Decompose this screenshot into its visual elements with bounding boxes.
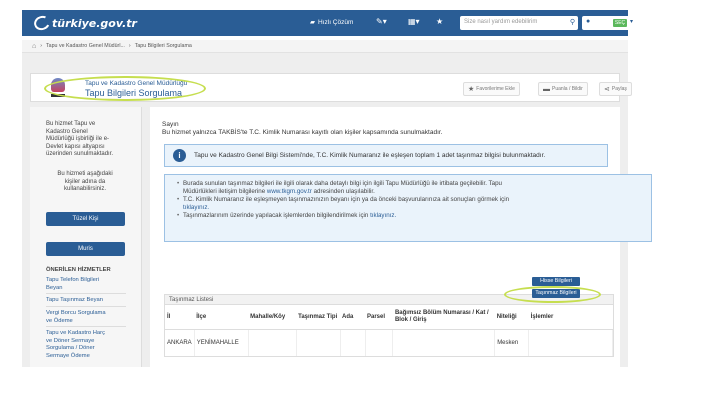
info-text: Tapu ve Kadastro Genel Bilgi Sistemi'nde… [194, 152, 546, 159]
site-logo[interactable]: türkiye.gov.tr [32, 13, 137, 33]
annotation-highlight-ring [44, 76, 206, 101]
note-item: T.C. Kimlik Numaranız ile eşleşmeyen taş… [177, 196, 645, 211]
info-icon: i [173, 149, 186, 162]
recommended-link-tax-debt[interactable]: Vergi Borcu Sorgulama ve Ödeme [46, 310, 106, 325]
share-button[interactable]: ⋖ Paylaş [599, 82, 632, 96]
divider [46, 306, 126, 307]
home-icon[interactable]: ⌂ [32, 43, 36, 50]
property-table: İl İlçe Mahalle/Köy Taşınmaz Tipi Ada Pa… [165, 305, 613, 356]
breadcrumb-item-current: Tapu Bilgileri Sorgulama [134, 43, 192, 49]
share-icon: ⋖ [604, 86, 610, 93]
grid-icon[interactable]: ▦▾ [408, 17, 420, 26]
add-favorites-button[interactable]: ★ Favorilerime Ekle [463, 82, 520, 96]
divider [46, 326, 126, 327]
tkgm-website-link[interactable]: www.tkgm.gov.tr [267, 188, 312, 195]
divider [46, 293, 126, 294]
user-menu[interactable]: ● SEÇ ▾ [582, 16, 640, 30]
quick-solution-label: Hızlı Çözüm [318, 18, 354, 26]
breadcrumb-item-org[interactable]: Tapu ve Kadastro Genel Müdürl... [46, 43, 125, 49]
wrench-icon[interactable]: ✎▾ [376, 17, 387, 26]
muris-button[interactable]: Muris [46, 242, 125, 256]
notes-box: Burada sunulan taşınmaz bilgileri ile il… [164, 174, 652, 242]
user-badge: SEÇ [613, 19, 627, 27]
star-icon: ★ [468, 86, 475, 93]
chat-icon: ▰ [310, 19, 315, 26]
share-info-button[interactable]: Hisse Bilgileri [532, 277, 580, 286]
search-placeholder: Size nasıl yardım edebilirim [464, 19, 538, 25]
quick-solution-link[interactable]: ▰ Hızlı Çözüm [310, 18, 354, 27]
property-list-panel: Taşınmaz Listesi İl İlçe Mahalle/Köy Taş… [164, 294, 614, 357]
service-header: Tapu ve Kadastro Genel Müdürlüğü Tapu Bi… [30, 73, 632, 102]
col-mahalle: Mahalle/Köy [248, 305, 297, 330]
sidebar-persons-text: Bu hizmeti aşağıdaki kişiler adına da ku… [57, 171, 113, 192]
sidebar-intro: Bu hizmet Tapu ve Kadastro Genel Müdürlü… [46, 121, 114, 157]
col-ada: Ada [340, 305, 365, 330]
speech-bubble-icon: ▬ [543, 85, 550, 93]
search-input[interactable]: Size nasıl yardım edebilirim ⚲ [460, 16, 578, 30]
main-panel: Sayın Bu hizmet yalnızca TAKBİS'te T.C. … [150, 107, 652, 367]
col-ilce: İlçe [194, 305, 249, 330]
col-islemler: İşlemler [528, 305, 613, 330]
legal-entity-button[interactable]: Tüzel Kişi [46, 212, 125, 226]
top-navbar: türkiye.gov.tr ▰ Hızlı Çözüm ✎▾ ▦▾ ★ Siz… [22, 10, 640, 36]
recommended-link-property-declaration[interactable]: Tapu Taşınmaz Beyan [46, 297, 103, 305]
info-alert: i Tapu ve Kadastro Genel Bilgi Sistemi'n… [164, 144, 608, 167]
note-item: Burada sunulan taşınmaz bilgileri ile il… [177, 180, 645, 195]
star-icon[interactable]: ★ [436, 17, 443, 26]
logo-text: türkiye.gov.tr [52, 16, 137, 30]
table-row: ANKARA YENİMAHALLE Mesken [165, 329, 613, 356]
recommended-services-heading: ÖNERİLEN HİZMETLER [46, 267, 111, 273]
col-parsel: Parsel [365, 305, 393, 330]
greeting: Sayın Bu hizmet yalnızca TAKBİS'te T.C. … [162, 121, 443, 136]
col-il: İl [165, 305, 195, 330]
logo-emblem-icon [32, 13, 52, 33]
annotation-highlight-ring [504, 286, 601, 303]
search-icon[interactable]: ⚲ [570, 18, 575, 26]
note-item: Taşınmazlarınım üzerinde yapılacak işlem… [177, 212, 645, 220]
chevron-down-icon: ▾ [630, 19, 634, 25]
page-content: Tapu ve Kadastro Genel Müdürlüğü Tapu Bi… [22, 53, 652, 367]
sidebar: Bu hizmet Tapu ve Kadastro Genel Müdürlü… [30, 107, 142, 367]
col-niteligi: Niteliği [494, 305, 529, 330]
col-bagimsiz-bolum: Bağımsız Bölüm Numarası / Kat / Blok / G… [392, 305, 495, 330]
breadcrumb: ⌂ › Tapu ve Kadastro Genel Müdürl... › T… [22, 40, 628, 53]
notifications-link[interactable]: tıklayınız. [370, 212, 396, 219]
col-tasinmaz-tipi: Taşınmaz Tipi [296, 305, 341, 330]
user-icon: ● [586, 18, 591, 25]
recommended-link-phone[interactable]: Tapu Telefon Bilgileri Beyan [46, 277, 99, 292]
rate-report-button[interactable]: ▬ Puanla / Bildir [538, 82, 588, 96]
recommended-link-fees[interactable]: Tapu ve Kadastro Harç ve Döner Sermaye S… [46, 330, 105, 360]
previous-applications-link[interactable]: tıklayınız. [183, 204, 209, 211]
